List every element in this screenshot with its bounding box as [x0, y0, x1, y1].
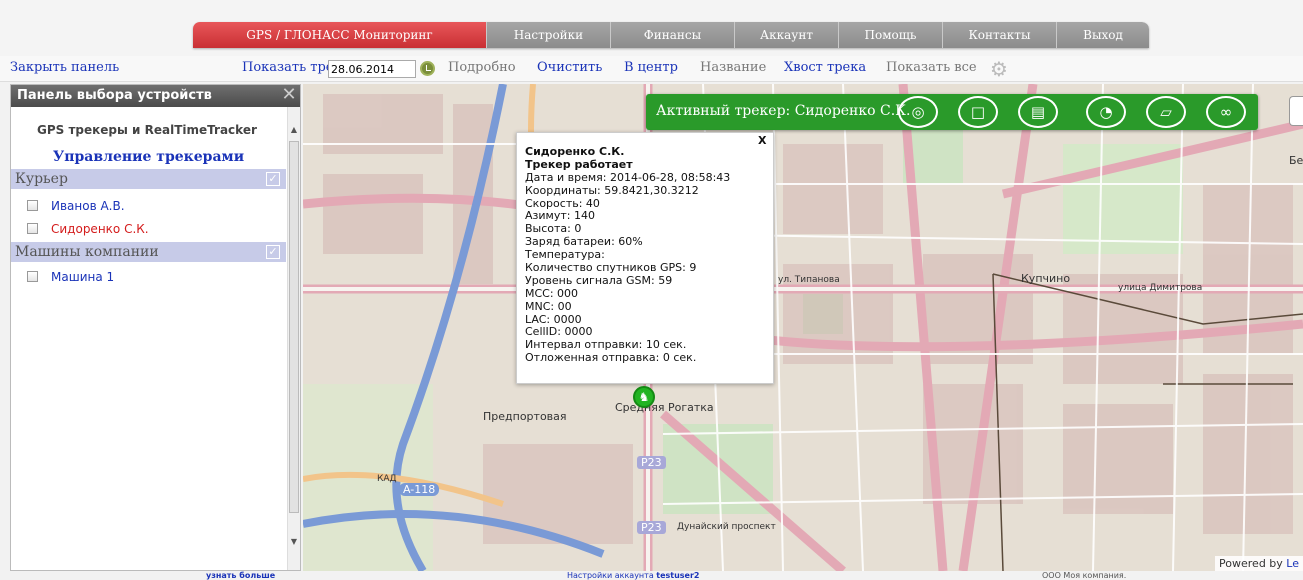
panel-title: GPS трекеры и RealTimeTracker [37, 123, 257, 137]
folder-icon[interactable]: ▱ [1146, 96, 1186, 128]
learn-more-link[interactable]: узнать больше [206, 571, 275, 580]
popup-line: MNC: 00 [525, 299, 572, 313]
clock-icon[interactable] [420, 61, 435, 76]
device-checkbox[interactable] [27, 200, 38, 211]
group-checkbox[interactable]: ✓ [266, 245, 280, 259]
stop-icon[interactable]: □ [958, 96, 998, 128]
track-date-input[interactable] [328, 60, 416, 78]
popup-tracker-name: Сидоренко С.К. [525, 145, 625, 158]
attribution-link[interactable]: Le [1286, 557, 1299, 570]
map-background [303, 84, 1303, 571]
scroll-thumb[interactable] [289, 141, 299, 513]
username: testuser2 [656, 571, 700, 580]
device-checkbox[interactable] [27, 271, 38, 282]
map-label: КАД [377, 474, 397, 484]
footer: узнать больше Настройки аккаунта testuse… [0, 571, 1303, 580]
device-label: Иванов А.В. [51, 199, 125, 213]
scroll-down-icon[interactable]: ▼ [288, 537, 300, 551]
panel-scrollbar[interactable]: ▲ ▼ [287, 107, 300, 570]
show-all-link[interactable]: Показать все [886, 60, 977, 75]
speedometer-icon[interactable]: ◔ [1086, 96, 1126, 128]
road-shield: P23 [637, 456, 666, 469]
map-label: ул. Типанова [778, 275, 840, 285]
device-item[interactable]: Иванов А.В. [27, 199, 125, 217]
panel-subtitle: Управление трекерами [52, 149, 245, 165]
link-icon[interactable]: ∞ [1206, 96, 1246, 128]
document-icon[interactable]: ▤ [1018, 96, 1058, 128]
map-label: Бе [1289, 154, 1303, 167]
close-icon[interactable]: ✕ [280, 86, 298, 104]
road-shield: P23 [637, 521, 666, 534]
popup-line: Уровень сигнала GSM: 59 [525, 273, 673, 287]
account-settings-link[interactable]: Настройки аккаунта testuser2 [567, 571, 700, 580]
top-navigation: GPS / ГЛОНАСС Мониторинг Настройки Финан… [0, 0, 1303, 56]
group-label: Машины компании [15, 244, 159, 260]
tab-monitoring[interactable]: GPS / ГЛОНАСС Мониторинг [193, 22, 487, 48]
tracker-info-popup: X Сидоренко С.К. Трекер работает Дата и … [516, 132, 774, 384]
tab-settings[interactable]: Настройки [487, 22, 611, 48]
name-link[interactable]: Название [700, 60, 766, 75]
company-name: ООО Моя компания. [1042, 571, 1127, 580]
tab-finance[interactable]: Финансы [611, 22, 735, 48]
group-company-cars[interactable]: Машины компании ✓ [11, 242, 286, 262]
attribution-text: Powered by [1219, 557, 1283, 570]
map-label: улица Димитрова [1118, 283, 1203, 293]
gear-icon[interactable]: ⚙ [990, 59, 1012, 79]
center-link[interactable]: В центр [624, 60, 678, 75]
map-label: Предпортовая [483, 410, 567, 423]
tab-help[interactable]: Помощь [839, 22, 943, 48]
map-label: Средняя Рогатка [615, 401, 714, 414]
popup-line: Координаты: 59.8421,30.3212 [525, 183, 699, 197]
layers-icon[interactable] [1289, 96, 1303, 126]
details-link[interactable]: Подробно [448, 60, 516, 75]
popup-close-button[interactable]: X [758, 134, 770, 148]
main-tabs: GPS / ГЛОНАСС Мониторинг Настройки Финан… [193, 22, 1149, 48]
active-tracker-label: Активный трекер: Сидоренко С.К. [656, 103, 911, 119]
close-panel-link[interactable]: Закрыть панель [10, 60, 119, 75]
map-label: Дунайский проспект [677, 522, 776, 532]
device-checkbox[interactable] [27, 223, 38, 234]
tab-logout[interactable]: Выход [1057, 22, 1149, 48]
map-attribution: Powered by Le [1215, 556, 1303, 571]
panel-header: Панель выбора устройств ✕ [11, 85, 300, 107]
map-label: Купчино [1021, 272, 1071, 285]
popup-line: Дата и время: 2014-06-28, 08:58:43 [525, 170, 731, 184]
popup-line: Отложенная отправка: 0 сек. [525, 351, 697, 365]
map-toolbar: Закрыть панель Показать трек за Подробно… [0, 56, 1303, 82]
tab-account[interactable]: Аккаунт [735, 22, 839, 48]
group-courier[interactable]: Курьер ✓ [11, 169, 286, 189]
tab-contacts[interactable]: Контакты [943, 22, 1057, 48]
tracker-marker-icon[interactable]: ♞ [633, 386, 655, 408]
panel-header-title: Панель выбора устройств [17, 88, 212, 103]
track-tail-link[interactable]: Хвост трека [784, 60, 866, 75]
group-checkbox[interactable]: ✓ [266, 172, 280, 186]
active-tracker-bar: Активный трекер: Сидоренко С.К. ◎ □ ▤ ◔ … [646, 94, 1258, 130]
device-item[interactable]: Машина 1 [27, 270, 114, 288]
popup-tracker-status: Трекер работает [525, 157, 633, 171]
account-settings-label: Настройки аккаунта [567, 571, 654, 580]
device-item[interactable]: Сидоренко С.К. [27, 222, 149, 240]
scroll-up-icon[interactable]: ▲ [288, 125, 300, 139]
map-view[interactable]: Купчино Предпортовая Средняя Рогатка P23… [303, 84, 1303, 571]
clear-link[interactable]: Очистить [537, 60, 602, 75]
device-label: Сидоренко С.К. [51, 222, 149, 236]
device-label: Машина 1 [51, 270, 115, 284]
locate-icon[interactable]: ◎ [898, 96, 938, 128]
popup-line: MCC: 000 [525, 286, 579, 300]
device-panel: Панель выбора устройств ✕ GPS трекеры и … [10, 84, 301, 571]
road-shield: A-118 [399, 483, 440, 496]
popup-line: Количество спутников GPS: 9 [525, 261, 697, 275]
group-label: Курьер [15, 171, 68, 187]
